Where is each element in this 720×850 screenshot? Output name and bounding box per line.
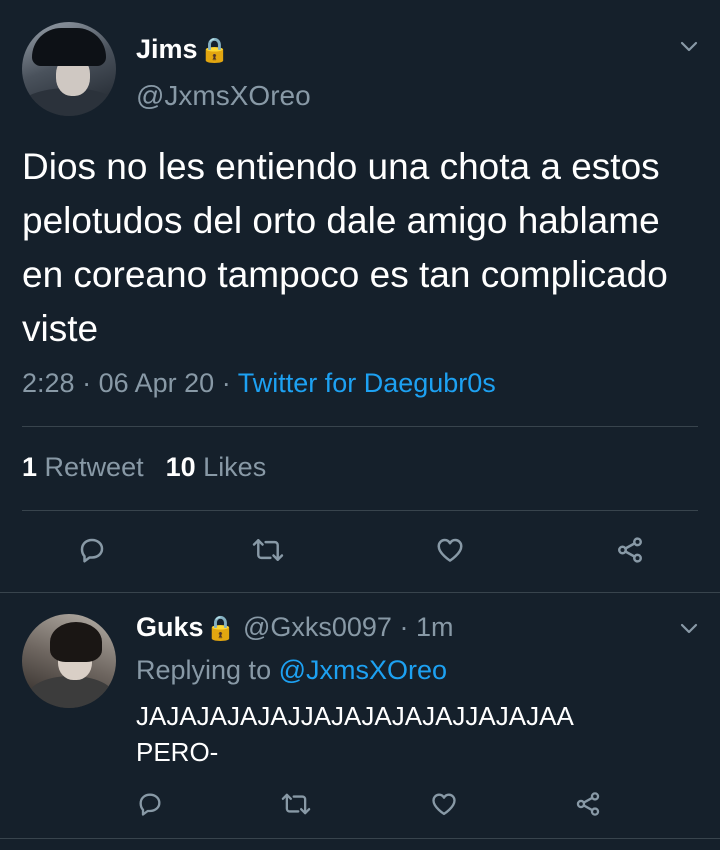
retweets-stat[interactable]: 1 Retweet — [22, 452, 144, 482]
reply-text: JAJAJAJAJAJJAJAJAJAJAJJAJAJAA PERO- — [136, 698, 696, 770]
likes-stat[interactable]: 10 Likes — [166, 452, 267, 482]
divider — [22, 426, 698, 427]
reply-author-handle[interactable]: @Gxks0097 — [243, 612, 392, 642]
author-handle[interactable]: @JxmsXOreo — [136, 80, 311, 112]
like-count: 10 — [165, 452, 196, 482]
heart-icon — [432, 793, 456, 816]
author-name[interactable]: Jims🔒 — [136, 34, 229, 65]
meta-separator: · — [82, 368, 99, 398]
reply-text-line: PERO- — [136, 737, 219, 767]
retweet-label: Retweet — [44, 452, 144, 482]
retweet-button[interactable] — [276, 784, 316, 824]
meta-separator: · — [399, 612, 416, 642]
like-button[interactable] — [430, 530, 470, 570]
share-icon — [576, 792, 600, 816]
share-icon — [618, 537, 642, 563]
share-button[interactable] — [610, 530, 650, 570]
lock-icon: 🔒 — [199, 37, 230, 64]
lock-icon: 🔒 — [205, 615, 236, 642]
reply-author-name-text: Guks — [136, 612, 204, 642]
author-name-text: Jims — [136, 34, 198, 64]
share-button[interactable] — [568, 784, 608, 824]
divider — [22, 510, 698, 511]
retweet-count: 1 — [22, 452, 38, 482]
reply-icon — [139, 793, 161, 816]
tweet-time: 2:28 — [22, 368, 75, 398]
replying-label: Replying to — [136, 655, 272, 685]
replying-to-mention[interactable]: @JxmsXOreo — [279, 655, 447, 685]
divider — [0, 838, 720, 839]
chevron-down-icon[interactable] — [680, 620, 698, 638]
heart-icon — [437, 538, 463, 562]
reply-button[interactable] — [72, 530, 112, 570]
tweet-text: Dios no les entiendo una chota a estos p… — [22, 146, 668, 349]
replying-to: Replying to @JxmsXOreo — [136, 655, 447, 686]
tweet-detail-view: Jims🔒 @JxmsXOreo Dios no les entiendo un… — [0, 0, 720, 850]
retweet-icon — [252, 539, 284, 561]
reply-author-name[interactable]: Guks🔒 — [136, 612, 235, 642]
reply-icon — [80, 538, 104, 563]
avatar[interactable] — [22, 22, 116, 116]
meta-separator: · — [221, 368, 238, 398]
chevron-down-icon[interactable] — [680, 38, 698, 56]
divider — [0, 592, 720, 593]
tweet-meta: 2:28 · 06 Apr 20 · Twitter for Daegubr0s — [22, 368, 496, 399]
like-label: Likes — [203, 452, 267, 482]
tweet-date: 06 Apr 20 — [98, 368, 215, 398]
tweet-stats: 1 Retweet 10 Likes — [22, 452, 266, 483]
avatar[interactable] — [22, 614, 116, 708]
reply-header: Guks🔒 @Gxks0097 · 1m — [136, 612, 453, 643]
retweet-button[interactable] — [248, 530, 288, 570]
like-button[interactable] — [424, 784, 464, 824]
retweet-icon — [281, 793, 311, 815]
reply-text-line: JAJAJAJAJAJJAJAJAJAJAJJAJAJAA — [136, 701, 574, 731]
reply-age: 1m — [415, 612, 454, 642]
tweet-client-link[interactable]: Twitter for Daegubr0s — [238, 368, 496, 398]
reply-button[interactable] — [130, 784, 170, 824]
